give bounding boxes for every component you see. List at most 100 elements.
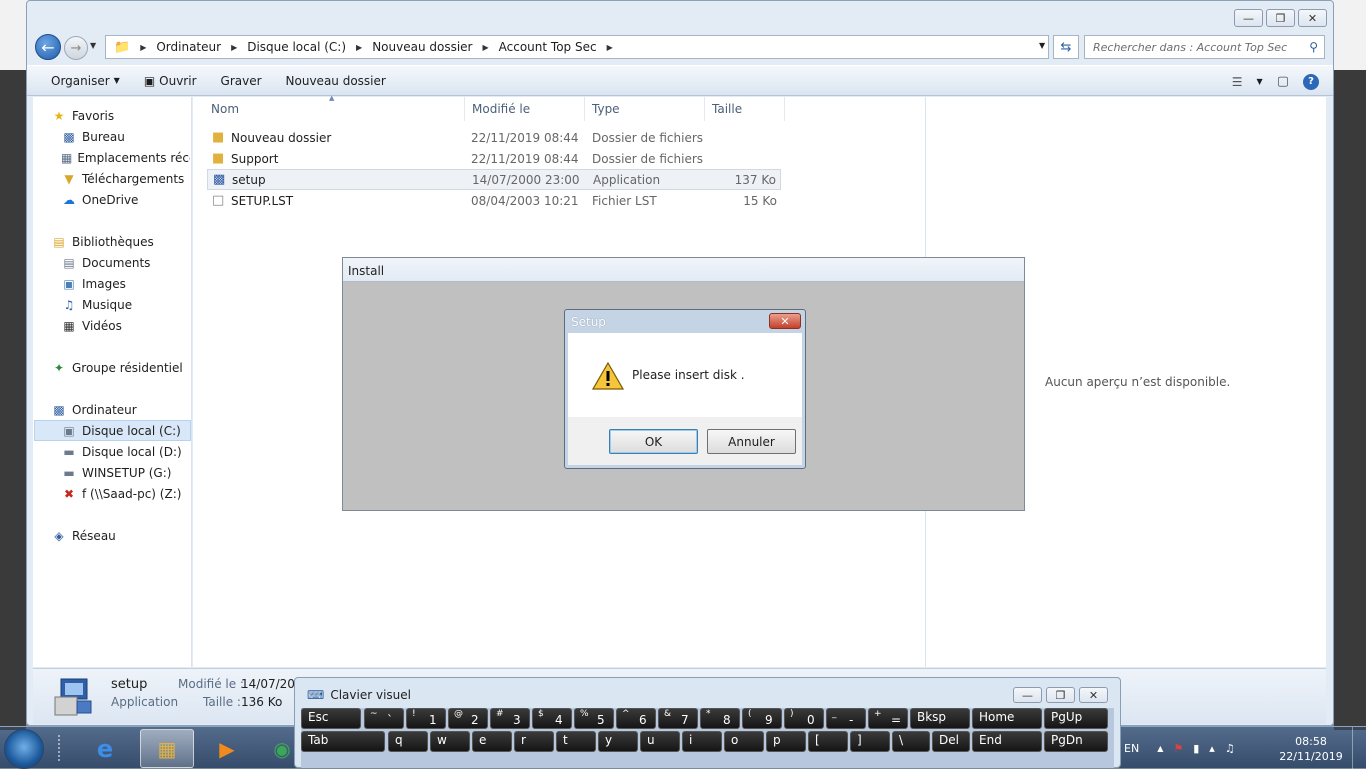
key-row2-1[interactable]: q <box>388 731 428 752</box>
address-bar[interactable]: 📁 ▶ Ordinateur ▶ Disque local (C:) ▶ Nou… <box>105 35 1049 59</box>
key-6[interactable]: % 5 <box>574 708 614 729</box>
close-icon[interactable]: ✕ <box>769 313 801 329</box>
key-4[interactable]: #3 <box>490 708 530 729</box>
tray-expand-icon[interactable]: ▲ <box>1157 744 1163 753</box>
minimize-button[interactable]: — <box>1013 687 1042 703</box>
key-row2-5[interactable]: t <box>556 731 596 752</box>
nav-libraries[interactable]: ▤ Bibliothèques <box>51 231 208 252</box>
ok-button[interactable]: OK <box>609 429 698 454</box>
key-11[interactable]: ) 0 <box>784 708 824 729</box>
key-3[interactable]: @2 <box>448 708 488 729</box>
key-8[interactable]: & 7 <box>658 708 698 729</box>
nav-favorites[interactable]: ★ Favoris <box>51 105 208 126</box>
nav-computer[interactable]: ▩ Ordinateur <box>51 399 208 420</box>
key-row2-8[interactable]: i <box>682 731 722 752</box>
key-row2-10[interactable]: p <box>766 731 806 752</box>
cancel-button[interactable]: Annuler <box>707 429 796 454</box>
chevron-right-icon[interactable]: ▶ <box>231 43 237 52</box>
minimize-button[interactable]: — <box>1234 9 1263 27</box>
volume-icon[interactable]: ♫ <box>1225 742 1235 755</box>
explorer-taskbar-icon[interactable]: ▦ <box>140 729 194 768</box>
osk-titlebar: ⌨ Clavier visuel <box>307 688 411 702</box>
chevron-right-icon[interactable]: ▶ <box>607 43 613 52</box>
column-header-name[interactable]: Nom ▲ <box>193 94 465 121</box>
key-row2-7[interactable]: u <box>640 731 680 752</box>
key-5[interactable]: $4 <box>532 708 572 729</box>
history-dropdown-icon[interactable]: ▼ <box>90 41 96 50</box>
file-name: Support <box>231 151 279 166</box>
nav-network[interactable]: ◈ Réseau <box>51 525 208 546</box>
key-9[interactable]: * 8 <box>700 708 740 729</box>
breadcrumb-item[interactable]: Ordinateur <box>156 40 221 54</box>
key-7[interactable]: ^ 6 <box>616 708 656 729</box>
search-input[interactable]: Rechercher dans : Account Top Sec ⚲ <box>1084 35 1325 59</box>
key-16[interactable]: PgUp <box>1044 708 1108 729</box>
key-15[interactable]: Home <box>972 708 1042 729</box>
key-14[interactable]: Bksp <box>910 708 970 729</box>
nav-homegroup[interactable]: ✦ Groupe résidentiel <box>51 357 208 378</box>
help-icon[interactable]: ? <box>1303 73 1319 90</box>
refresh-button[interactable]: ⇆ <box>1053 35 1079 59</box>
battery-icon[interactable]: ▮ <box>1193 742 1199 755</box>
key-row2-13[interactable]: \ <box>892 731 930 752</box>
maximize-button[interactable]: ❐ <box>1046 687 1075 703</box>
warning-icon <box>592 362 624 390</box>
organize-button[interactable]: Organiser ▼ <box>27 66 132 95</box>
key-row2-6[interactable]: y <box>598 731 638 752</box>
key-10[interactable]: (9 <box>742 708 782 729</box>
key-0[interactable]: Esc <box>301 708 361 729</box>
file-row[interactable]: ■ Nouveau dossier 22/11/2019 08:44 Dossi… <box>207 127 781 148</box>
breadcrumb-item[interactable]: Account Top Sec <box>499 40 597 54</box>
preview-pane-icon[interactable]: ▢ <box>1277 74 1289 89</box>
nav-recent-places[interactable]: ▦ Emplacements récents <box>61 147 190 168</box>
key-row2-14[interactable]: Del <box>932 731 970 752</box>
chevron-right-icon[interactable]: ▶ <box>482 43 488 52</box>
key-row2-2[interactable]: w <box>430 731 470 752</box>
key-2[interactable]: ! 1 <box>406 708 446 729</box>
key-row2-15[interactable]: End <box>972 731 1042 752</box>
open-button[interactable]: ▣ Ouvrir <box>132 66 209 95</box>
key-row2-3[interactable]: e <box>472 731 512 752</box>
file-row[interactable]: ■ Support 22/11/2019 08:44 Dossier de fi… <box>207 148 781 169</box>
new-folder-button[interactable]: Nouveau dossier <box>274 66 398 95</box>
key-row2-11[interactable]: [ <box>808 731 848 752</box>
key-row2-12[interactable]: ] <box>850 731 890 752</box>
file-row[interactable]: □ SETUP.LST 08/04/2003 10:21 Fichier LST… <box>207 190 781 211</box>
burn-button[interactable]: Graver <box>209 66 274 95</box>
setup-dialog-footer: OK Annuler <box>568 417 802 465</box>
key-13[interactable]: + = <box>868 708 908 729</box>
chevron-right-icon[interactable]: ▶ <box>140 43 146 52</box>
forward-button[interactable]: → <box>64 36 88 60</box>
network-signal-icon[interactable]: ▴ <box>1209 742 1215 755</box>
breadcrumb-item[interactable]: Disque local (C:) <box>247 40 346 54</box>
column-header-modified[interactable]: Modifié le <box>465 97 585 121</box>
breadcrumb-item[interactable]: Nouveau dossier <box>372 40 472 54</box>
column-header-type[interactable]: Type <box>585 97 705 121</box>
internet-explorer-icon[interactable]: e <box>78 729 132 768</box>
key-row2-0[interactable]: Tab <box>301 731 385 752</box>
file-row[interactable]: ▩ setup 14/07/2000 23:00 Application 137… <box>207 169 781 190</box>
language-indicator[interactable]: EN <box>1124 742 1139 755</box>
close-button[interactable]: ✕ <box>1079 687 1108 703</box>
key-12[interactable]: _ - <box>826 708 866 729</box>
column-header-size[interactable]: Taille <box>705 97 785 121</box>
view-options-icon[interactable]: ☰ <box>1232 75 1243 89</box>
back-button[interactable]: ← <box>35 34 61 60</box>
start-button[interactable] <box>4 729 44 769</box>
key-row2-9[interactable]: o <box>724 731 764 752</box>
media-player-icon[interactable]: ▶ <box>200 729 254 768</box>
key-row2-16[interactable]: PgDn <box>1044 731 1108 752</box>
key-1[interactable]: ~ ` <box>364 708 404 729</box>
clock[interactable]: 08:58 22/11/2019 <box>1278 734 1344 764</box>
show-desktop-button[interactable] <box>1352 727 1366 769</box>
search-icon[interactable]: ⚲ <box>1309 40 1318 54</box>
clock-date: 22/11/2019 <box>1279 750 1343 763</box>
chevron-down-icon[interactable]: ▼ <box>1257 77 1263 86</box>
key-row2-4[interactable]: r <box>514 731 554 752</box>
close-button[interactable]: ✕ <box>1298 9 1327 27</box>
setup-dialog-body: Please insert disk . <box>568 333 802 417</box>
action-center-icon[interactable]: ⚑ <box>1173 742 1183 755</box>
maximize-button[interactable]: ❐ <box>1266 9 1295 27</box>
chevron-right-icon[interactable]: ▶ <box>356 43 362 52</box>
nav-drive-c[interactable]: ▣ Disque local (C:) <box>34 420 191 441</box>
